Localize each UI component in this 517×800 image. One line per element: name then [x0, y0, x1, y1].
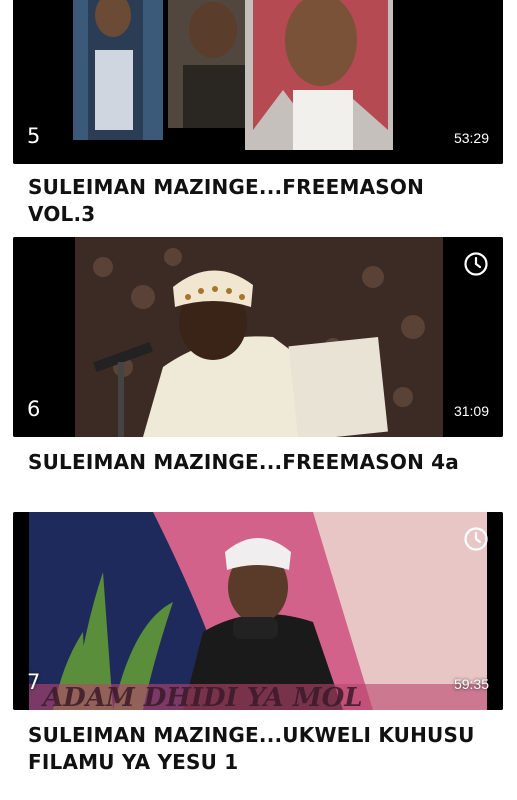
clock-icon[interactable] — [463, 251, 489, 277]
thumbnail-image — [13, 237, 503, 437]
thumbnail-image: ADAM DHIDI YA MOL — [13, 512, 503, 710]
video-index: 5 — [27, 124, 41, 148]
video-index: 7 — [27, 670, 41, 694]
video-duration: 53:29 — [453, 130, 489, 146]
video-title[interactable]: SULEIMAN MAZINGE...FREEMASON 4a — [28, 449, 497, 476]
thumbnail-watermark: ADAM DHIDI YA MOL — [40, 683, 363, 710]
video-thumbnail[interactable]: 6 31:09 — [13, 237, 503, 437]
thumbnail-image — [13, 0, 503, 164]
video-thumbnail[interactable]: 5 53:29 — [13, 0, 503, 164]
video-title[interactable]: SULEIMAN MAZINGE...UKWELI KUHUSU FILAMU … — [28, 722, 497, 776]
video-index: 6 — [27, 397, 41, 421]
video-duration: 31:09 — [453, 403, 489, 419]
video-duration: 59:35 — [453, 676, 489, 692]
video-thumbnail[interactable]: ADAM DHIDI YA MOL 7 59:35 — [13, 512, 503, 710]
clock-icon[interactable] — [463, 526, 489, 552]
video-title[interactable]: SULEIMAN MAZINGE...FREEMASON VOL.3 — [28, 174, 497, 228]
